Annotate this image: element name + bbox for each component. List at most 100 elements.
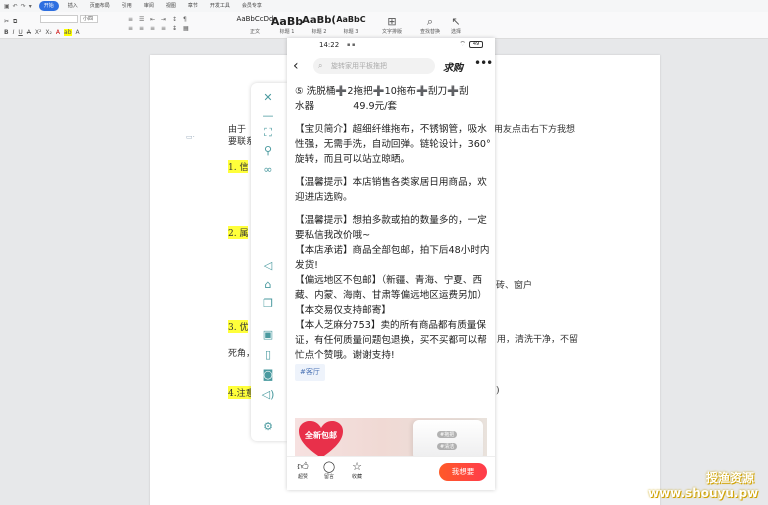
phone-icon[interactable]: ▯ — [261, 348, 275, 362]
back-nav-icon[interactable]: ◁ — [261, 259, 275, 273]
menu-section[interactable]: 章节 — [182, 1, 204, 11]
menu-bar: ▣ ↶ ↷ ▾ 开始 插入 页面布局 引用 审阅 视图 章节 开发工具 会员专享 — [0, 0, 768, 12]
close-icon[interactable]: ✕ — [261, 91, 275, 105]
link-icon[interactable]: ∞ — [261, 163, 275, 177]
shading-icon[interactable]: ▦ — [183, 25, 191, 32]
mail-only-notice: 【本交易仅支持邮寄】 — [295, 305, 391, 316]
menu-member[interactable]: 会员专享 — [236, 1, 268, 11]
menu-developer[interactable]: 开发工具 — [204, 1, 236, 11]
recent-apps-icon[interactable]: ❐ — [261, 297, 275, 311]
sort-icon[interactable]: ↕ — [172, 16, 180, 23]
like-button[interactable]: 👍︎ 超赞 — [291, 460, 315, 480]
text-layout-button[interactable]: ⊞ 文字排版 — [378, 15, 406, 35]
mirror-toolbar: ✕ — ⛶ ⚲ ∞ ◁ ⌂ ❐ ▣ ▯ ◙ ◁) ⚙ — [251, 83, 287, 441]
search-icon: ⌕ — [318, 61, 323, 70]
find-replace-button[interactable]: ⌕ 查找替换 — [416, 15, 444, 35]
watermark-url: www.shouyu.pw — [648, 486, 759, 500]
doc-text: ) — [496, 386, 500, 396]
align-right-icon[interactable]: ≡ — [150, 25, 158, 32]
page-title[interactable]: 求购 — [443, 59, 463, 74]
mop-bucket-image — [413, 420, 483, 456]
bold-icon[interactable]: B — [4, 29, 9, 36]
subscript-icon[interactable]: X₂ — [45, 29, 52, 36]
listing-price: 49.9元/套 — [353, 101, 398, 112]
comment-label: 留言 — [323, 474, 334, 480]
paragraph-group: ≡ ☰ ⇤ ⇥ ↕ ¶ ≡ ≡ ≡ ≡ ↨ ▦ — [128, 16, 191, 32]
menu-insert[interactable]: 插入 — [62, 1, 84, 11]
favorite-label: 收藏 — [351, 474, 362, 480]
more-icon[interactable]: ••• — [474, 56, 493, 70]
decrease-indent-icon[interactable]: ⇤ — [150, 16, 158, 23]
menu-view[interactable]: 视图 — [160, 1, 182, 11]
doc-text: 砖、窗户 — [496, 281, 533, 291]
line-spacing-icon[interactable]: ↨ — [172, 25, 180, 32]
bottom-action-bar: 👍︎ 超赞 ◯ 留言 ☆ 收藏 我想要 — [287, 456, 495, 490]
minimize-icon[interactable]: — — [261, 109, 275, 123]
text-layout-label: 文字排版 — [381, 29, 402, 35]
style-heading-1[interactable]: AaBb 标题 1 — [270, 13, 304, 35]
shipping-promise: 【本店承诺】商品全部包邮，拍下后48小时内发货! — [295, 245, 490, 271]
cut-icon[interactable]: ✂ — [4, 18, 9, 26]
clipboard-group: ✂ ⧉ — [4, 18, 17, 26]
chevron-down-icon[interactable]: ▾ — [29, 3, 32, 10]
back-icon[interactable]: ‹ — [293, 55, 299, 77]
copy-icon[interactable]: ⧉ — [13, 18, 17, 26]
seller-notes: 【温馨提示】想拍多款或拍的数量多的，一定要私信我改价哦~ 【本店承诺】商品全部包… — [295, 213, 491, 363]
battery-icon: 49 — [469, 41, 483, 48]
home-icon[interactable]: ⌂ — [261, 278, 275, 292]
promo-badge-text: 全新包邮 — [305, 431, 337, 440]
font-size-select[interactable]: 小四 — [80, 15, 98, 23]
like-label: 超赞 — [297, 474, 308, 480]
style-sample: AaBb — [270, 15, 304, 28]
comment-button[interactable]: ◯ 留言 — [317, 460, 341, 480]
style-heading-2[interactable]: AaBb( 标题 2 — [302, 13, 336, 35]
increase-indent-icon[interactable]: ⇥ — [161, 16, 169, 23]
justify-icon[interactable]: ≡ — [161, 25, 169, 32]
fullscreen-icon[interactable]: ⛶ — [261, 126, 275, 140]
topic-tag[interactable]: #客厅 — [295, 364, 325, 381]
favorite-button[interactable]: ☆ 收藏 — [345, 460, 369, 480]
quality-guarantee: 【本人芝麻分753】卖的所有商品都有质量保证，有任何质量问题包退换，买不买都可以… — [295, 320, 487, 361]
text-border-icon[interactable]: A — [76, 29, 80, 36]
product-intro: 【宝贝简介】超细纤维拖布，不锈钢管，吸水性强，无需手洗，自动回弹。链轮设计，36… — [295, 124, 491, 165]
numbered-list-icon[interactable]: ☰ — [139, 16, 147, 23]
show-marks-icon[interactable]: ¶ — [183, 16, 191, 23]
bullet-list-icon[interactable]: ≡ — [128, 16, 136, 23]
phone-screen: 14:22 ▪ ▪ ⌔ 49 ‹ ⌕ 旋转家用平板拖把 求购 ••• ⑤ 洗脱桶… — [287, 38, 495, 490]
strikethrough-icon[interactable]: A — [27, 29, 31, 36]
align-center-icon[interactable]: ≡ — [139, 25, 147, 32]
settings-icon[interactable]: ⚙ — [261, 420, 275, 434]
highlight-color-icon[interactable]: ab — [64, 29, 72, 36]
italic-icon[interactable]: I — [13, 29, 15, 36]
pin-icon[interactable]: ⚲ — [261, 144, 275, 158]
font-name-select[interactable] — [40, 15, 78, 23]
menu-review[interactable]: 审阅 — [138, 1, 160, 11]
save-icon[interactable]: ▣ — [4, 3, 10, 10]
text-layout-icon: ⊞ — [387, 15, 397, 28]
star-icon: ☆ — [352, 460, 362, 473]
select-button[interactable]: ↖ 选择 — [442, 15, 470, 35]
font-color-icon[interactable]: A — [56, 29, 60, 36]
network-speed-icon: ▪ ▪ — [347, 42, 356, 48]
camera-icon[interactable]: ◙ — [261, 368, 275, 382]
style-normal[interactable]: AaBbCcDd 正文 — [237, 13, 274, 35]
product-image[interactable]: 全新包邮 #拖把 #清洁 — [295, 418, 487, 456]
menu-references[interactable]: 引用 — [116, 1, 138, 11]
style-heading-3[interactable]: AaBbC 标题 3 — [336, 13, 366, 35]
redo-icon[interactable]: ↷ — [21, 3, 26, 10]
undo-icon[interactable]: ↶ — [13, 3, 18, 10]
store-notice: 【温馨提示】本店销售各类家居日用商品，欢迎进店选购。 — [295, 177, 487, 203]
watermark-title: 授渔资源 — [706, 471, 755, 485]
align-left-icon[interactable]: ≡ — [128, 25, 136, 32]
search-input[interactable]: ⌕ 旋转家用平板拖把 — [313, 58, 435, 74]
search-placeholder: 旋转家用平板拖把 — [331, 62, 387, 70]
superscript-icon[interactable]: X² — [35, 29, 42, 36]
menu-page-layout[interactable]: 页面布局 — [84, 1, 116, 11]
menu-home[interactable]: 开始 — [38, 1, 59, 11]
status-bar: 14:22 ▪ ▪ ⌔ 49 — [287, 38, 495, 51]
volume-icon[interactable]: ◁) — [261, 388, 275, 402]
select-icon: ↖ — [451, 15, 461, 28]
want-button[interactable]: 我想要 — [439, 463, 487, 481]
screenshot-icon[interactable]: ▣ — [261, 328, 275, 342]
underline-icon[interactable]: U — [18, 29, 22, 36]
